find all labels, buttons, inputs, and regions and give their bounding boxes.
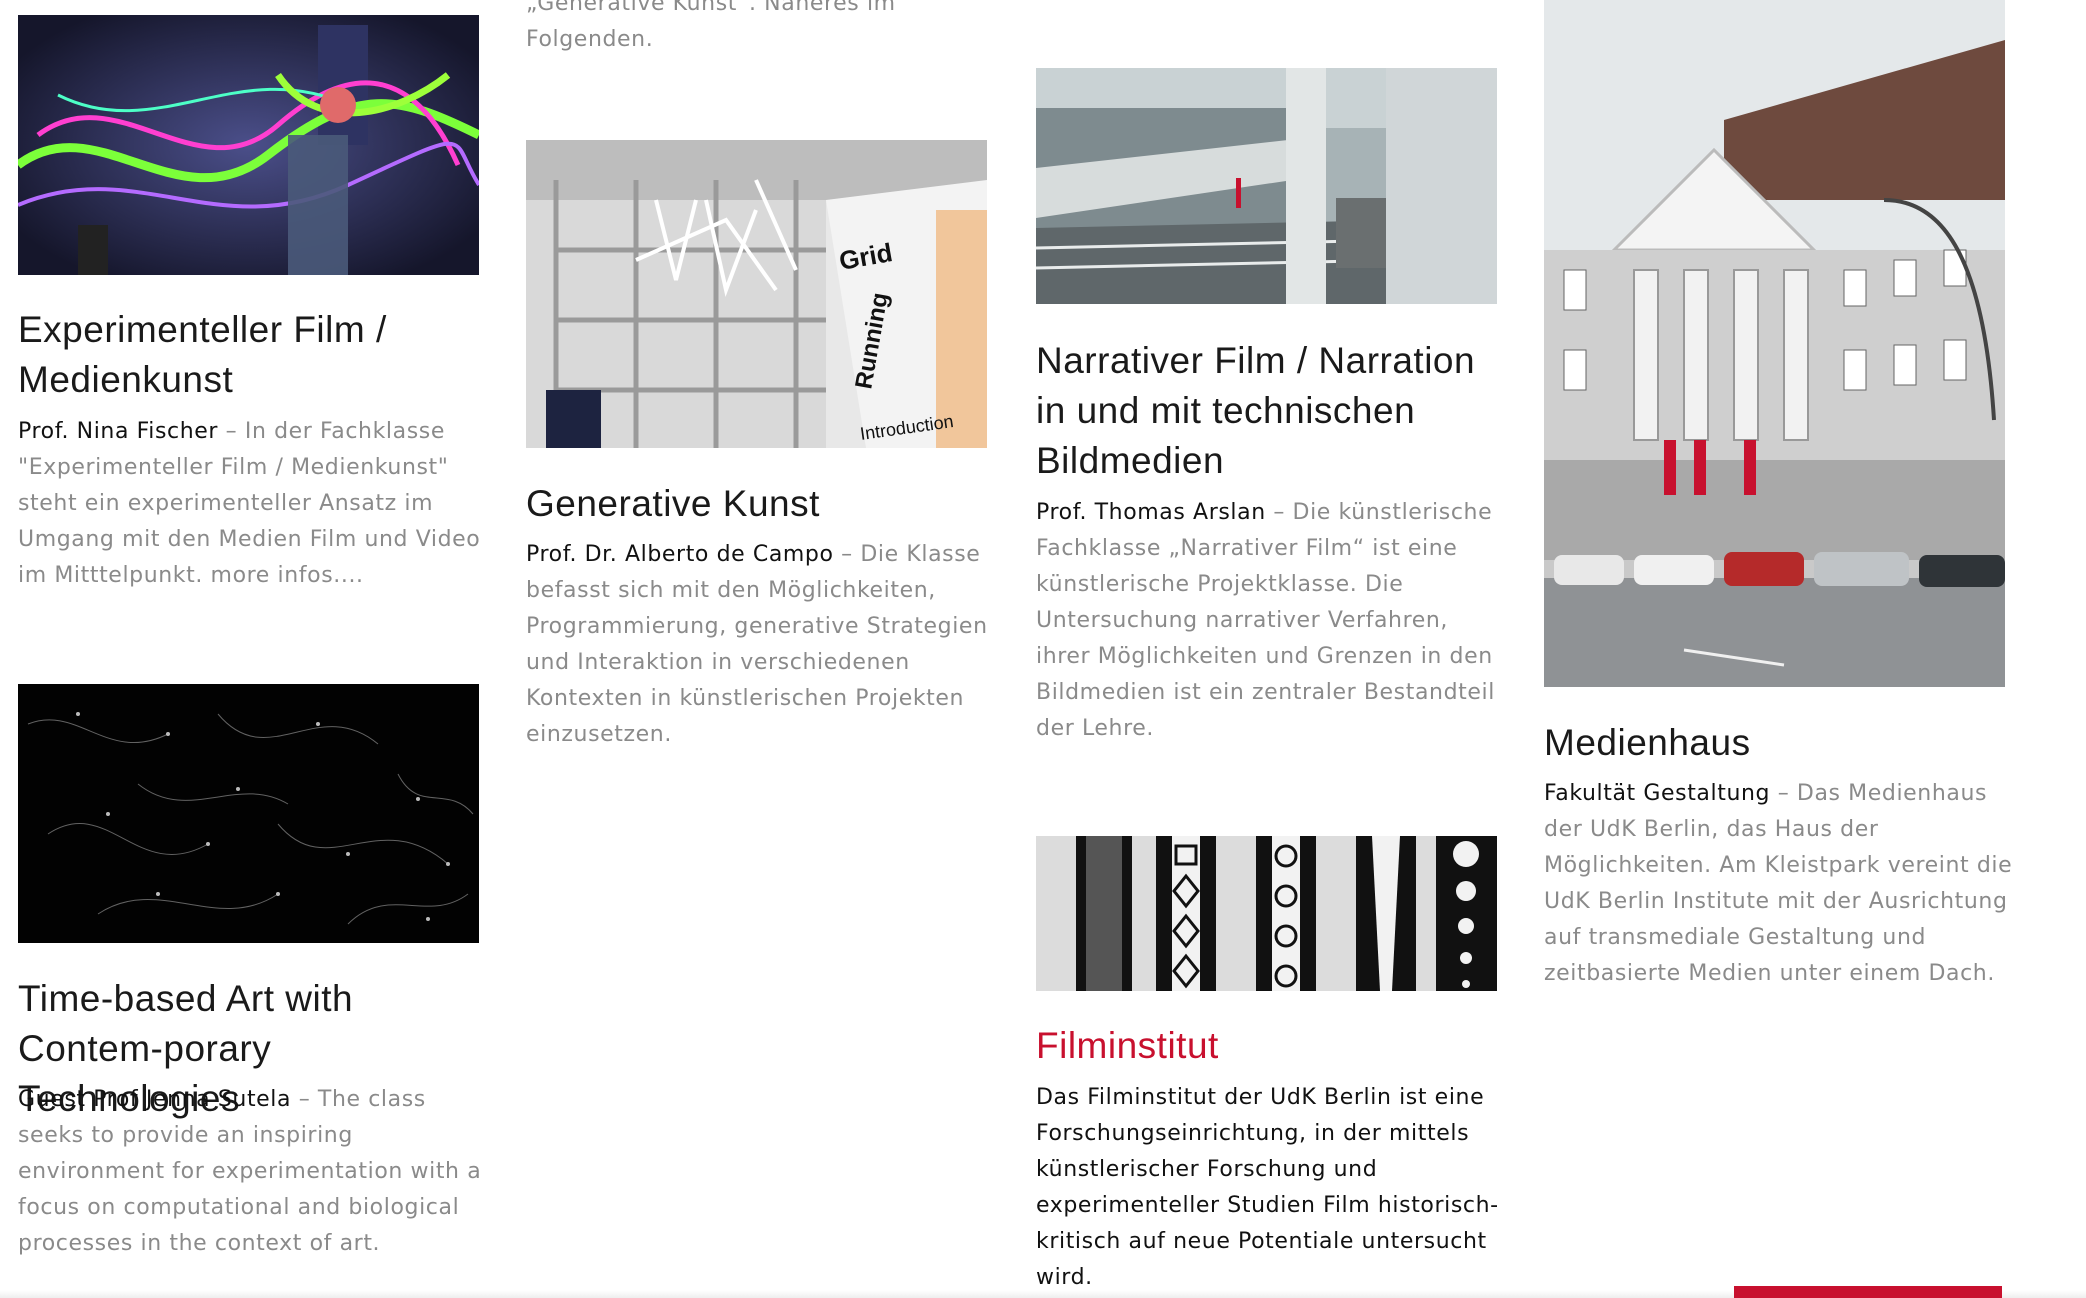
generative-art-image[interactable]: Grid Running Introduction xyxy=(526,140,987,448)
generative-art-professor: Prof. Dr. Alberto de Campo xyxy=(526,542,834,567)
time-based-art-artwork xyxy=(18,684,479,943)
experimental-film-description: Prof. Nina Fischer – In der Fachklasse "… xyxy=(18,419,481,588)
time-based-art-description: Guest Prof Jenna Sutela – The class seek… xyxy=(18,1087,482,1256)
medienhaus-faculty: Fakultät Gestaltung xyxy=(1544,781,1771,806)
red-action-bar[interactable] xyxy=(1734,1286,2002,1298)
filmstrip-artwork xyxy=(1036,836,1497,991)
experimental-film-title[interactable]: Experimenteller Film / Medienkunst xyxy=(18,305,488,405)
narrative-film-title[interactable]: Narrativer Film / Narration in und mit t… xyxy=(1036,336,1506,486)
generative-art-title[interactable]: Generative Kunst xyxy=(526,479,996,529)
medienhaus-description: Fakultät Gestaltung – Das Medienhaus der… xyxy=(1544,781,2013,986)
medienhaus-title[interactable]: Medienhaus xyxy=(1544,718,2014,768)
filminstitut-image[interactable] xyxy=(1036,836,1497,991)
narrative-film-photo xyxy=(1036,68,1497,304)
experimental-film-image[interactable] xyxy=(18,15,479,275)
time-based-art-professor: Guest Prof Jenna Sutela xyxy=(18,1087,292,1112)
filminstitut-description: Das Filminstitut der UdK Berlin ist eine… xyxy=(1036,1085,1499,1290)
filminstitut-title[interactable]: Filminstitut xyxy=(1036,1021,1506,1071)
medienhaus-image[interactable] xyxy=(1544,0,2005,687)
experimental-film-artwork xyxy=(18,15,479,275)
medienhaus-building-photo xyxy=(1544,0,2005,687)
time-based-art-image[interactable] xyxy=(18,684,479,943)
narrative-film-description: Prof. Thomas Arslan – Die künstlerische … xyxy=(1036,500,1495,741)
generative-art-installation: Grid Running Introduction xyxy=(526,140,987,448)
narrative-film-professor: Prof. Thomas Arslan xyxy=(1036,500,1266,525)
generative-art-description: Prof. Dr. Alberto de Campo – Die Klasse … xyxy=(526,542,988,747)
experimental-film-professor: Prof. Nina Fischer xyxy=(18,419,219,444)
narrative-film-image[interactable] xyxy=(1036,68,1497,304)
generative-intro-cut-text: „Generative Kunst“. Näheres im Folgenden… xyxy=(526,0,896,52)
